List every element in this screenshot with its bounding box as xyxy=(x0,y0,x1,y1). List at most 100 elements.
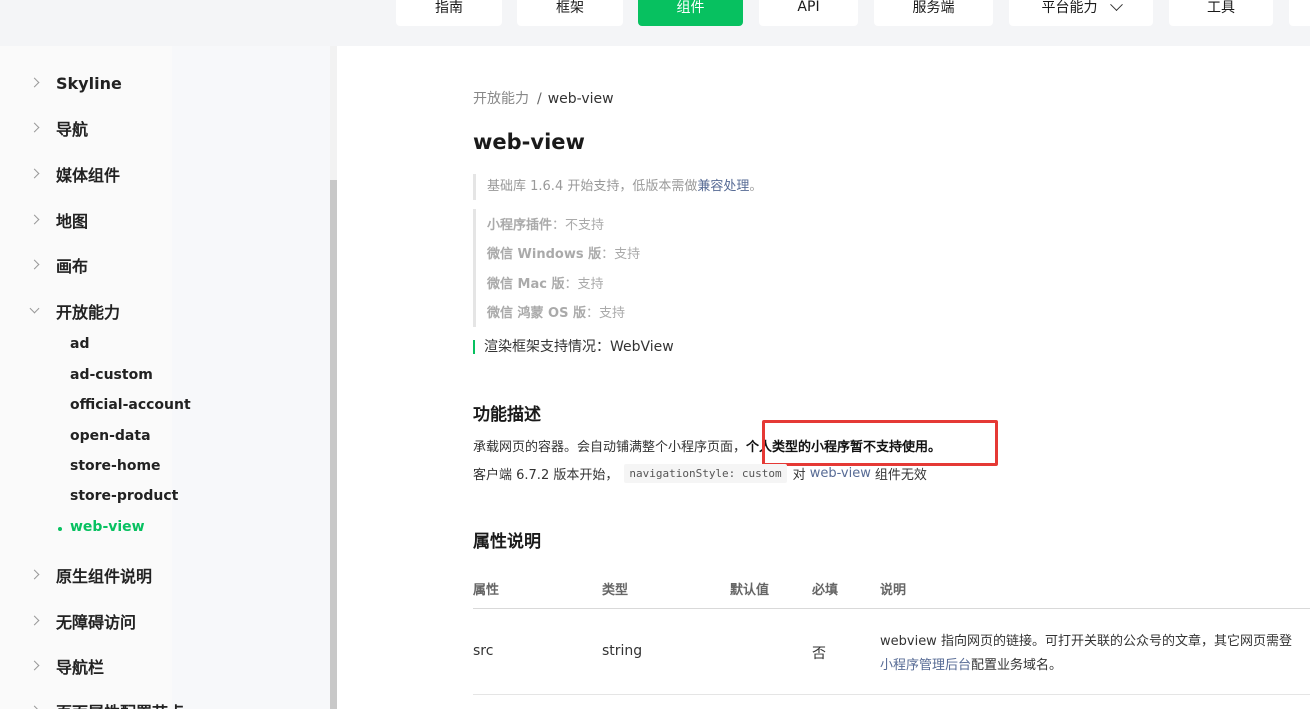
nav-tab-api[interactable]: API xyxy=(759,0,858,26)
chevron-right-icon xyxy=(29,77,40,88)
web-view-link[interactable]: web-view xyxy=(810,466,871,481)
table-header: 属性 类型 默认值 必填 说明 xyxy=(473,566,1310,609)
nav-tab-tools[interactable]: 工具 xyxy=(1169,0,1273,26)
admin-console-link[interactable]: 小程序管理后台 xyxy=(880,658,971,673)
chevron-right-icon xyxy=(29,615,40,626)
support-row: 微信 Windows 版：支持 xyxy=(487,243,640,262)
section-heading-description: 功能描述 xyxy=(473,405,541,425)
sidebar-item-label: 开放能力 xyxy=(56,303,121,322)
sidebar-item-label: 原生组件说明 xyxy=(56,567,153,586)
support-value: ：支持 xyxy=(601,247,641,262)
chevron-down-icon xyxy=(29,303,40,314)
sidebar-subitem-ad[interactable]: ad xyxy=(70,336,89,358)
support-key: 微信 Windows 版 xyxy=(487,247,602,262)
support-row: 微信 Mac 版：支持 xyxy=(487,273,603,292)
support-value: ：不支持 xyxy=(552,218,605,233)
column-header-required: 必填 xyxy=(812,583,839,598)
cell-description-line-1: webview 指向网页的链接。可打开关联的公众号的文章，其它网页需登 xyxy=(880,634,1292,649)
breadcrumb-separator: / xyxy=(537,91,542,107)
description-text: 对 xyxy=(792,468,806,483)
base-library-note: 基础库 1.6.4 开始支持，低版本需做兼容处理。 xyxy=(473,174,762,200)
cell-description-text: 配置业务域名。 xyxy=(971,658,1063,673)
nav-tab-framework[interactable]: 框架 xyxy=(517,0,623,26)
description-text: 承载网页的容器。会自动铺满整个小程序页面， xyxy=(473,440,747,455)
note-text: 基础库 1.6.4 开始支持，低版本需做 xyxy=(487,179,698,194)
chevron-down-icon xyxy=(1109,0,1123,11)
inline-code: navigationStyle: custom xyxy=(624,464,787,483)
sidebar-item-label: 导航栏 xyxy=(56,658,105,677)
nav-tab-server[interactable]: 服务端 xyxy=(874,0,993,26)
breadcrumb: 开放能力 / web-view xyxy=(473,88,614,108)
sidebar-subitem-official-account[interactable]: official-account xyxy=(70,397,191,419)
sidebar-item-label: 导航 xyxy=(56,120,89,139)
sidebar-item-label: 画布 xyxy=(56,257,89,276)
sidebar-item-skyline[interactable]: Skyline xyxy=(0,68,320,98)
sidebar-item-label: 媒体组件 xyxy=(56,166,121,185)
support-row: 小程序插件：不支持 xyxy=(487,214,604,233)
sidebar-item-media[interactable]: 媒体组件 xyxy=(0,159,320,189)
description-line-2: 客户端 6.7.2 版本开始， navigationStyle: custom 对 w… xyxy=(473,464,927,483)
chevron-right-icon xyxy=(29,168,40,179)
cell-required: 否 xyxy=(812,646,826,662)
support-key: 微信 鸿蒙 OS 版 xyxy=(487,306,586,321)
nav-tab-label: 指南 xyxy=(435,0,463,16)
main-content: 开放能力 / web-view web-view 基础库 1.6.4 开始支持，低版… xyxy=(337,46,1310,709)
chevron-right-icon xyxy=(29,705,40,709)
nav-tab-label: API xyxy=(797,0,820,15)
support-key: 小程序插件 xyxy=(487,218,553,233)
column-header-description: 说明 xyxy=(880,583,907,598)
sidebar-subitem-store-product[interactable]: store-product xyxy=(70,488,178,510)
sidebar-item-accessibility[interactable]: 无障碍访问 xyxy=(0,606,320,636)
compat-link[interactable]: 兼容处理 xyxy=(697,179,749,194)
chevron-right-icon xyxy=(29,660,40,671)
chevron-right-icon xyxy=(29,259,40,270)
cell-description-line-2: 小程序管理后台配置业务域名。 xyxy=(880,654,1062,673)
sidebar-item-open-capability[interactable]: 开放能力 xyxy=(0,296,320,326)
nav-tab-label: 组件 xyxy=(676,0,705,16)
nav-tab-label: 服务端 xyxy=(912,0,955,16)
highlight-annotation-box xyxy=(762,420,998,466)
column-header-type: 类型 xyxy=(602,583,629,598)
sidebar-subitem-store-home[interactable]: store-home xyxy=(70,458,161,480)
nav-tab-guide[interactable]: 指南 xyxy=(396,0,502,26)
sidebar-item-label: 无障碍访问 xyxy=(56,613,137,632)
active-dot-icon xyxy=(58,527,62,531)
sidebar-subitem-open-data[interactable]: open-data xyxy=(70,428,151,450)
page-title: web-view xyxy=(473,130,585,154)
nav-tab-more[interactable] xyxy=(1289,0,1310,26)
sidebar-item-navigation[interactable]: 导航 xyxy=(0,113,320,143)
cell-type: string xyxy=(602,643,643,659)
nav-tab-components[interactable]: 组件 xyxy=(638,0,743,26)
chevron-right-icon xyxy=(29,214,40,225)
column-header-default: 默认值 xyxy=(730,583,770,598)
support-key: 微信 Mac 版 xyxy=(487,277,565,292)
sidebar-subitem-web-view[interactable]: web-view xyxy=(70,519,145,541)
support-value: ：支持 xyxy=(586,306,626,321)
nav-tab-label: 工具 xyxy=(1207,0,1235,16)
breadcrumb-parent-link[interactable]: 开放能力 xyxy=(473,91,529,107)
note-text: 。 xyxy=(749,179,763,194)
sidebar-item-native-components[interactable]: 原生组件说明 xyxy=(0,560,320,590)
breadcrumb-current: web-view xyxy=(547,91,614,107)
sidebar-item-map[interactable]: 地图 xyxy=(0,205,320,235)
support-value: ：支持 xyxy=(564,277,604,292)
sidebar-item-page-config[interactable]: 页面属性配置节点 xyxy=(0,696,320,709)
nav-tab-label: 平台能力 xyxy=(1041,0,1098,16)
cell-attr: src xyxy=(473,643,494,659)
sidebar-item-canvas[interactable]: 画布 xyxy=(0,250,320,280)
sidebar-item-label: 地图 xyxy=(56,212,89,231)
sidebar-scrollbar[interactable] xyxy=(330,180,337,709)
sidebar-item-navbar[interactable]: 导航栏 xyxy=(0,651,320,681)
sidebar: Skyline 导航 媒体组件 地图 画布 开放能力 ad ad-custom … xyxy=(0,46,330,709)
render-framework-note: 渲染框架支持情况：WebView xyxy=(473,340,674,354)
nav-tab-label: 框架 xyxy=(556,0,584,16)
table-row: src string 否 webview 指向网页的链接。可打开关联的公众号的文… xyxy=(473,608,1310,695)
chevron-right-icon xyxy=(29,122,40,133)
chevron-right-icon xyxy=(29,569,40,580)
platform-support-note: 小程序插件：不支持 微信 Windows 版：支持 微信 Mac 版：支持 微信… xyxy=(473,209,640,327)
sidebar-subitem-ad-custom[interactable]: ad-custom xyxy=(70,367,153,389)
nav-tab-platform[interactable]: 平台能力 xyxy=(1009,0,1153,26)
support-row: 微信 鸿蒙 OS 版：支持 xyxy=(487,302,625,321)
sidebar-item-label: 页面属性配置节点 xyxy=(56,699,184,709)
column-header-attr: 属性 xyxy=(473,583,500,598)
